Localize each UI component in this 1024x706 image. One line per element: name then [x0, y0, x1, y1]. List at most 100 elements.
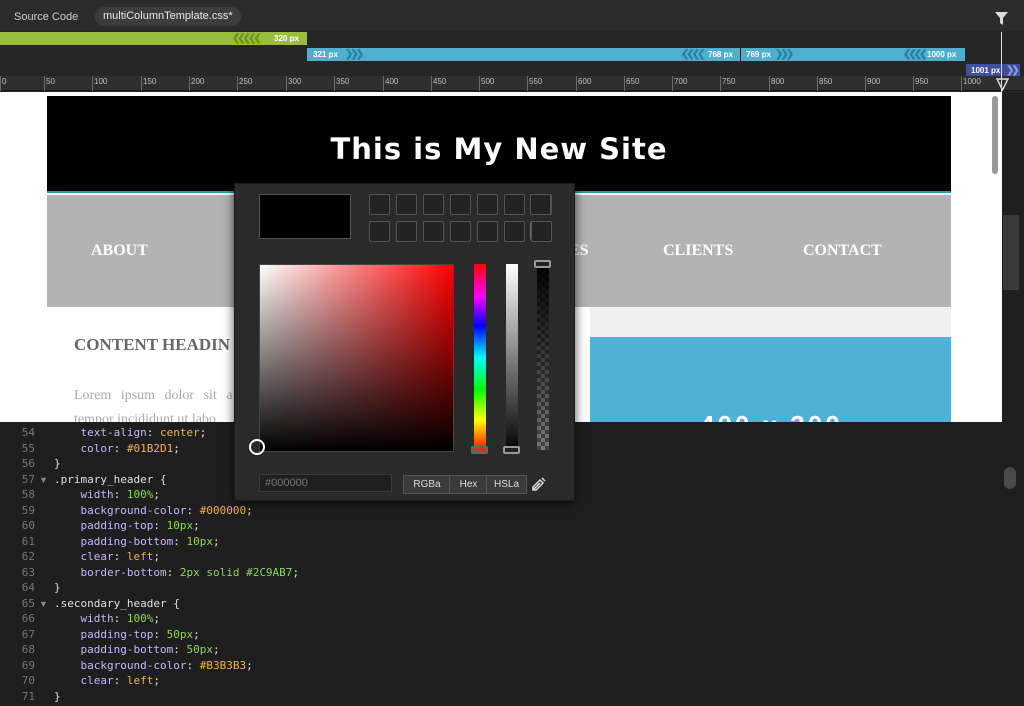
code-line[interactable]: padding-top: 50px;	[54, 628, 200, 641]
ruler-tick-label: 750	[722, 77, 736, 86]
media-query-bar-769-1000[interactable]: 769 px ❯❯❯ ❮❮❮❮ 1000 px	[741, 48, 965, 61]
media-query-bar-320[interactable]: ❮❮❮❮❮ 320 px	[0, 32, 307, 45]
media-query-bar-321-768[interactable]: 321 px ❯❯❯ ❮❮❮❮ 768 px	[307, 48, 740, 61]
line-number: 58	[21, 488, 35, 501]
ruler-tick-line	[286, 76, 287, 91]
hue-slider-handle[interactable]	[471, 446, 488, 454]
css-property: border-bottom	[80, 565, 167, 579]
fold-toggle-icon[interactable]: ▼	[39, 475, 48, 485]
ruler-tick-label: 350	[336, 77, 350, 86]
code-line[interactable]: background-color: #000000;	[54, 504, 253, 517]
line-number: 59	[21, 503, 35, 517]
mq-label-768: 768 px	[708, 50, 733, 59]
code-line[interactable]: width: 100%;	[54, 488, 161, 501]
tab-css-file[interactable]: multiColumnTemplate.css*	[95, 7, 241, 26]
color-swatch-slot[interactable]	[423, 194, 444, 215]
line-number: 55	[21, 441, 35, 455]
line-number: 70	[21, 674, 35, 687]
ruler-tick-label: 550	[529, 77, 543, 86]
code-line[interactable]: }	[54, 457, 61, 470]
css-value: #000000	[199, 503, 247, 517]
filter-icon[interactable]	[995, 12, 1008, 25]
eyedropper-icon[interactable]	[531, 475, 548, 492]
code-scrollbar-thumb[interactable]	[1004, 467, 1016, 489]
color-swatch-slot[interactable]	[450, 194, 471, 215]
format-hsla-button[interactable]: HSLa	[486, 475, 527, 494]
alpha-slider-handle[interactable]	[534, 260, 551, 268]
ruler-tick-line	[720, 76, 721, 91]
hue-slider[interactable]	[474, 264, 486, 452]
css-value: 50px	[186, 643, 213, 656]
ruler-tick-label: 850	[819, 77, 833, 86]
css-property: background-color	[80, 658, 187, 672]
sidebar-image-size: 400 x 300	[700, 410, 843, 422]
ruler-tick-line	[769, 76, 770, 91]
code-line[interactable]: padding-bottom: 10px;	[54, 535, 220, 548]
color-swatch-slot[interactable]	[396, 221, 417, 242]
color-swatch-slot[interactable]	[477, 194, 498, 215]
code-line[interactable]: border-bottom: 2px solid #2C9AB7;	[54, 565, 300, 579]
code-selector: }	[54, 581, 61, 594]
color-swatch-slot[interactable]	[396, 194, 417, 215]
color-swatch-slot[interactable]	[369, 221, 390, 242]
format-rgba-button[interactable]: RGBa	[403, 475, 451, 494]
format-hex-button[interactable]: Hex	[449, 475, 488, 494]
code-line[interactable]: clear: left;	[54, 674, 161, 687]
color-swatch-slot[interactable]	[369, 194, 390, 215]
code-line[interactable]: clear: left;	[54, 550, 161, 563]
site-header: This is My New Site	[47, 96, 951, 193]
css-value: 50px	[166, 627, 194, 641]
saturation-value-handle[interactable]	[249, 439, 265, 455]
code-line[interactable]: }	[54, 690, 61, 703]
brightness-slider[interactable]	[506, 264, 518, 452]
code-line[interactable]: padding-bottom: 50px;	[54, 643, 220, 656]
ruler-tick-label: 150	[143, 77, 157, 86]
alpha-slider[interactable]	[537, 262, 549, 450]
ruler-tick-label: 650	[626, 77, 640, 86]
nav-about[interactable]: ABOUT	[91, 242, 148, 260]
ruler-handle-icon[interactable]	[995, 78, 1010, 92]
nav-contact[interactable]: CONTACT	[803, 242, 882, 260]
color-swatch-slot[interactable]	[450, 221, 471, 242]
ruler-tick-line	[44, 76, 45, 91]
code-line[interactable]: }	[54, 581, 61, 594]
nav-clients[interactable]: CLIENTS	[663, 242, 733, 260]
code-line[interactable]: color: #01B2D1;	[54, 442, 180, 455]
color-swatch-slot[interactable]	[477, 221, 498, 242]
css-property: color	[80, 441, 114, 455]
color-swatch-slot[interactable]	[423, 221, 444, 242]
ruler-tick-line	[92, 76, 93, 91]
color-swatch-slot[interactable]	[530, 194, 551, 215]
ruler-tick-label: 200	[191, 77, 205, 86]
code-line[interactable]: .secondary_header {	[54, 597, 180, 610]
ruler-tick-line	[672, 76, 673, 91]
line-number: 68	[21, 643, 35, 656]
code-selector: }	[54, 457, 61, 470]
code-line[interactable]: width: 100%;	[54, 612, 161, 625]
code-line[interactable]: background-color: #B3B3B3;	[54, 659, 253, 672]
color-swatch-slot[interactable]	[504, 221, 525, 242]
panel-scrollbar-thumb[interactable]	[1003, 215, 1019, 290]
hex-color-input[interactable]	[259, 474, 392, 492]
code-line[interactable]: padding-top: 10px;	[54, 519, 200, 532]
line-number: 65	[21, 596, 35, 610]
color-swatch-slot[interactable]	[504, 194, 525, 215]
mq-label-769: 769 px	[746, 50, 771, 59]
fold-toggle-icon[interactable]: ▼	[39, 599, 48, 609]
css-property: padding-bottom	[80, 534, 174, 548]
design-view-scrollbar-thumb[interactable]	[992, 96, 998, 174]
color-picker-popup: + RGBa Hex HSLa	[234, 183, 575, 501]
brightness-slider-handle[interactable]	[503, 446, 520, 454]
ruler-tick-label: 800	[771, 77, 785, 86]
tab-source-code[interactable]: Source Code	[14, 11, 78, 23]
code-line[interactable]: text-align: center;	[54, 426, 207, 439]
saturation-value-field[interactable]	[259, 264, 454, 452]
color-swatch-slot[interactable]	[531, 221, 552, 242]
line-number: 57	[21, 472, 35, 486]
css-value: 100%	[126, 488, 154, 501]
code-line[interactable]: .primary_header {	[54, 473, 167, 486]
ruler-tick-line	[865, 76, 866, 91]
